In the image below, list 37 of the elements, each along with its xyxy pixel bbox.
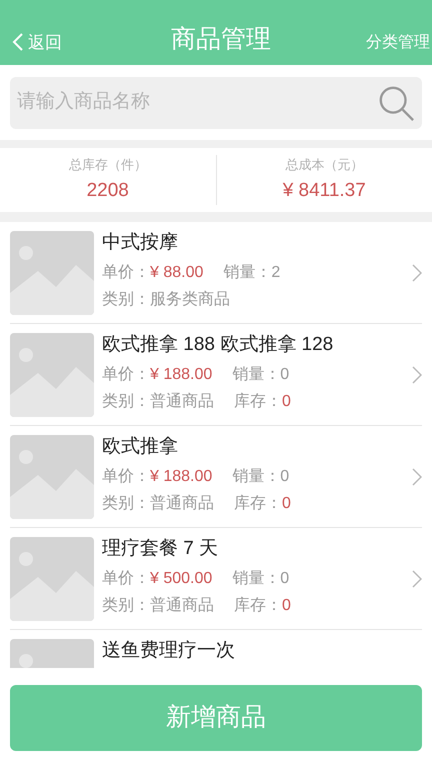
category-text: 类别：普通商品 xyxy=(102,595,214,616)
sales-text: 销量：2 xyxy=(223,262,280,282)
price-text: 单价：¥ 88.00 xyxy=(102,262,204,282)
price-text: 单价：¥ 188.00 xyxy=(102,364,212,384)
stat-label: 总库存（件） xyxy=(68,156,147,174)
page-title: 商品管理 xyxy=(170,24,272,55)
sales-text: 销量：0 xyxy=(232,466,290,486)
stock-text: 库存：0 xyxy=(234,494,291,514)
stock-text: 库存：0 xyxy=(234,596,291,616)
category-text: 类别：普通商品 xyxy=(102,493,214,514)
product-name: 中式按摩 xyxy=(102,231,179,255)
product-row[interactable]: 欧式推拿 单价：¥ 188.00 销量：0 类别：普通商品 库存：0 xyxy=(10,426,422,528)
search-icon xyxy=(377,84,415,122)
product-row[interactable]: 理疗套餐 7 天 单价：¥ 500.00 销量：0 类别：普通商品 库存：0 xyxy=(10,528,422,630)
product-row[interactable]: 欧式推拿 188 欧式推拿 128 单价：¥ 188.00 销量：0 类别：普通商品 库存：0 xyxy=(10,324,422,426)
product-row[interactable]: 中式按摩 单价：¥ 88.00 销量：2 类别：服务类商品 xyxy=(10,222,422,324)
category-text: 类别：服务类商品 xyxy=(102,290,230,310)
product-name: 欧式推拿 xyxy=(102,435,179,459)
search-bar[interactable]: 请输入商品名称 xyxy=(10,76,422,128)
stat-value: ¥ 8411.37 xyxy=(282,178,366,202)
product-name: 理疗套餐 7 天 xyxy=(102,537,220,561)
stat-label: 总成本（元） xyxy=(285,156,364,174)
chevron-icon xyxy=(412,366,422,384)
sales-text: 销量：0 xyxy=(232,364,290,384)
price-text: 单价：¥ 188.00 xyxy=(102,466,212,486)
product-name: 欧式推拿 188 欧式推拿 128 xyxy=(102,333,334,357)
product-name: 送鱼费理疗一次 xyxy=(102,639,236,663)
stat-value: 2208 xyxy=(86,178,129,202)
chevron-icon xyxy=(412,468,422,486)
stock-text: 库存：0 xyxy=(234,392,291,412)
back-icon xyxy=(12,32,24,52)
price-text: 单价：¥ 500.00 xyxy=(102,568,212,588)
chevron-icon xyxy=(412,570,422,588)
chevron-icon xyxy=(412,264,422,282)
search-field[interactable]: 请输入商品名称 xyxy=(17,88,377,117)
sales-text: 销量：0 xyxy=(232,568,290,588)
category-text: 类别：普通商品 xyxy=(102,391,214,412)
